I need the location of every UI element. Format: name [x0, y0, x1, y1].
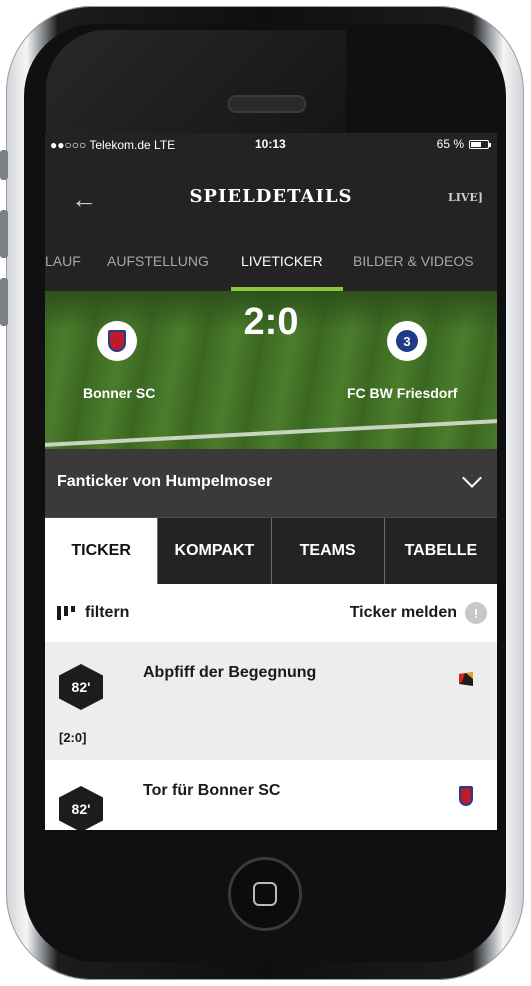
- segment-kompakt[interactable]: KOMPAKT: [158, 518, 272, 584]
- ticker-entry[interactable]: 82' Tor für Bonner SC: [45, 760, 497, 830]
- fc-bw-friesdorf-crest-icon: 3: [396, 330, 418, 352]
- tab-verlauf[interactable]: LAUF: [45, 253, 81, 269]
- tab-aufstellung[interactable]: AUFSTELLUNG: [107, 253, 209, 269]
- battery-status: 65 %: [436, 137, 491, 151]
- segment-control: TICKER KOMPAKT TEAMS TABELLE: [45, 517, 497, 584]
- ticker-entry-title: Abpfiff der Begegnung: [143, 664, 317, 681]
- ticker-entry-title: Tor für Bonner SC: [143, 782, 281, 799]
- match-header: Bonner SC 2:0 3 FC BW Friesdorf: [45, 291, 497, 449]
- volume-up-button: [0, 210, 8, 258]
- away-team-name[interactable]: FC BW Friesdorf: [347, 385, 457, 401]
- filter-bar: filtern Ticker melden !: [45, 584, 497, 642]
- bracket-icon: ]: [477, 191, 483, 204]
- app-screen: ●●○○○ Telekom.de LTE 10:13 65 % ← SPIELD…: [45, 133, 497, 830]
- match-score: 2:0: [243, 301, 299, 343]
- tab-liveticker[interactable]: LIVETICKER: [241, 253, 323, 269]
- home-button[interactable]: [228, 857, 302, 931]
- battery-fill: [471, 141, 481, 147]
- whistle-icon: [459, 672, 473, 686]
- report-ticker-button[interactable]: Ticker melden: [350, 604, 457, 622]
- mute-switch: [0, 150, 8, 180]
- live-button[interactable]: LIVE]: [448, 191, 483, 204]
- warning-icon[interactable]: !: [465, 602, 487, 624]
- tab-bar: LAUF AUFSTELLUNG LIVETICKER BILDER & VID…: [45, 233, 497, 291]
- ticker-entry-score: [2:0]: [59, 730, 87, 745]
- filter-icon[interactable]: [57, 606, 75, 620]
- fanticker-label: Fanticker von Humpelmoser: [57, 473, 273, 490]
- clock: 10:13: [255, 137, 286, 151]
- minute-badge: 82': [59, 786, 103, 830]
- battery-icon: [469, 139, 491, 149]
- tab-bilder-videos[interactable]: BILDER & VIDEOS: [353, 253, 474, 269]
- segment-tabelle[interactable]: TABELLE: [385, 518, 497, 584]
- fanticker-selector[interactable]: Fanticker von Humpelmoser: [45, 449, 497, 517]
- segment-teams[interactable]: TEAMS: [272, 518, 385, 584]
- minute-badge: 82': [59, 664, 103, 710]
- bonner-sc-crest-icon: [459, 786, 473, 806]
- chevron-down-icon: [462, 468, 482, 488]
- status-bar: ●●○○○ Telekom.de LTE 10:13 65 %: [45, 133, 497, 155]
- segment-ticker[interactable]: TICKER: [45, 518, 159, 584]
- away-team-logo[interactable]: 3: [387, 321, 427, 361]
- app-header: ← SPIELDETAILS LIVE]: [45, 155, 497, 233]
- ticker-entry[interactable]: 82' Abpfiff der Begegnung [2:0]: [45, 642, 497, 760]
- carrier-label: ●●○○○ Telekom.de LTE: [50, 138, 176, 152]
- home-square-icon: [253, 882, 277, 906]
- volume-down-button: [0, 278, 8, 326]
- speaker-grille: [228, 95, 306, 113]
- live-label: LIVE: [447, 191, 478, 204]
- home-team-name[interactable]: Bonner SC: [83, 385, 155, 401]
- filter-button[interactable]: filtern: [85, 604, 129, 622]
- battery-percent: 65 %: [436, 137, 464, 151]
- page-title: SPIELDETAILS: [189, 186, 353, 207]
